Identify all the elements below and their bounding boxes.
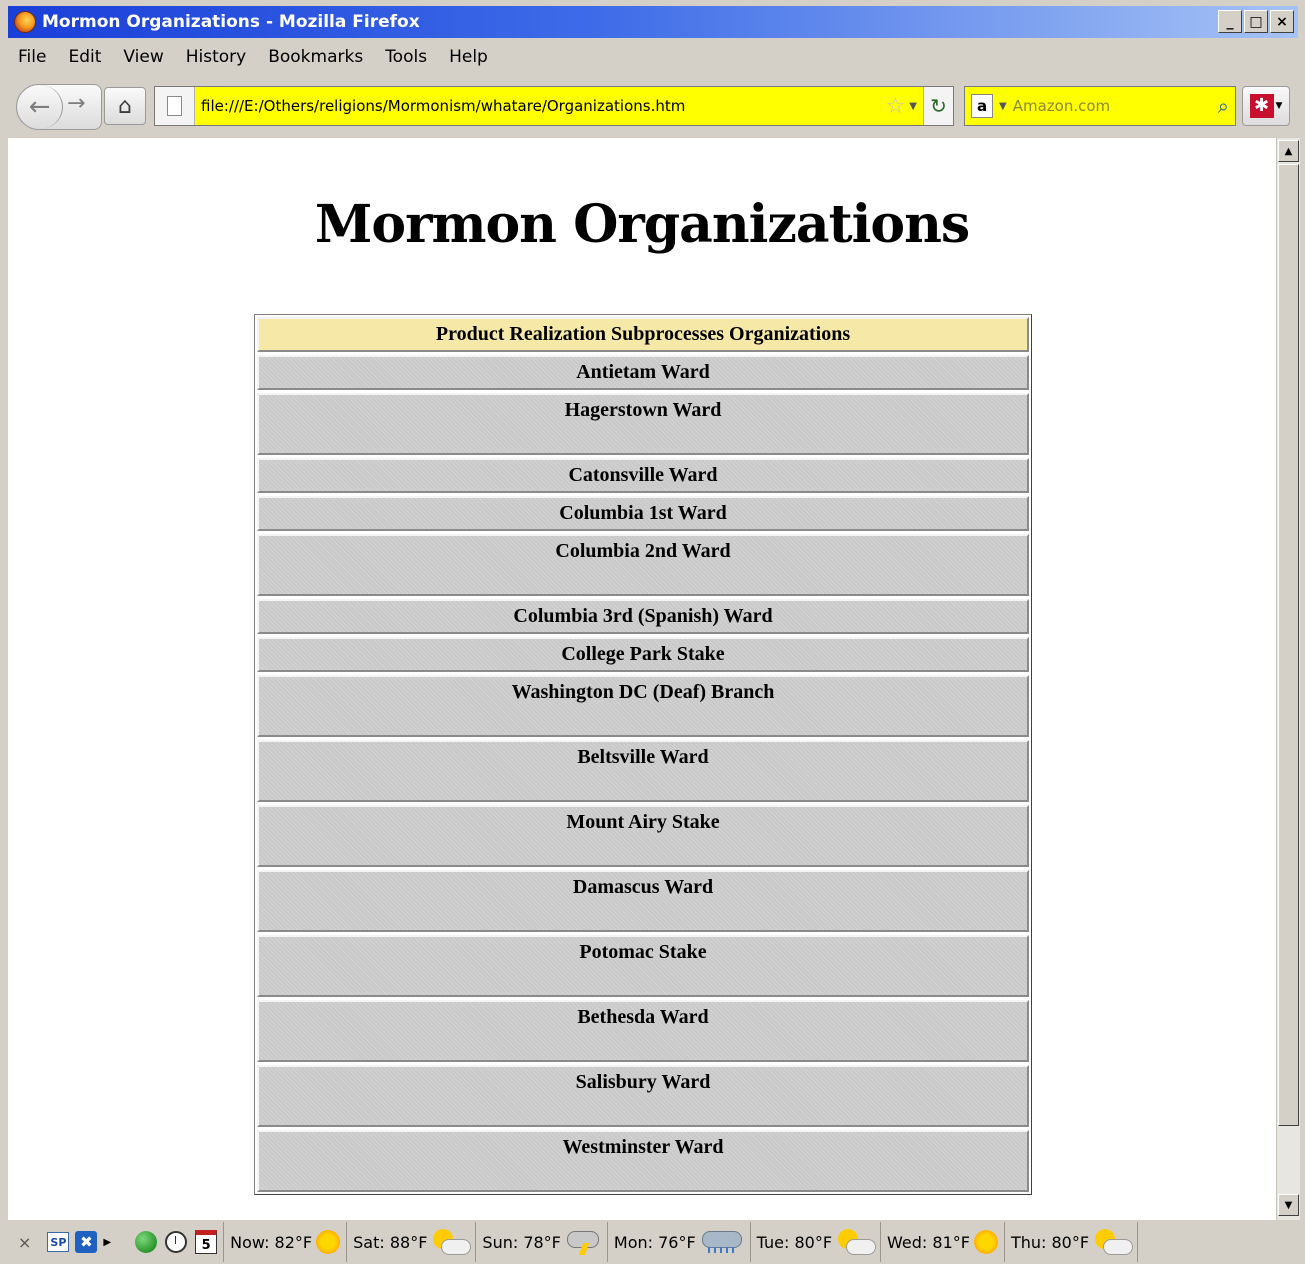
addon-icon: ✱ bbox=[1249, 94, 1274, 118]
home-icon: ⌂ bbox=[118, 93, 132, 119]
weather-item[interactable]: Thu: 80°F bbox=[1005, 1222, 1139, 1262]
scroll-thumb[interactable] bbox=[1278, 164, 1299, 1126]
search-input[interactable]: Amazon.com bbox=[1013, 97, 1218, 115]
page-icon bbox=[155, 87, 195, 125]
organization-row: Bethesda Ward bbox=[257, 1000, 1029, 1062]
organization-row: Damascus Ward bbox=[257, 870, 1029, 932]
weather-label: Sat: 88°F bbox=[353, 1232, 428, 1252]
weather-item[interactable]: Sat: 88°F bbox=[347, 1222, 477, 1262]
organizations-table: Product Realization Subprocesses Organiz… bbox=[254, 314, 1032, 1195]
organization-row: Columbia 3rd (Spanish) Ward bbox=[257, 599, 1029, 634]
weather-item[interactable]: Mon: 76°F bbox=[608, 1222, 751, 1262]
firefox-logo-icon bbox=[14, 11, 36, 33]
amazon-engine-icon[interactable]: a bbox=[971, 94, 993, 118]
bookmark-star-icon[interactable]: ☆ bbox=[886, 94, 906, 119]
partly-cloudy-icon bbox=[1093, 1229, 1134, 1255]
address-bar[interactable]: file:///E:/Others/religions/Mormonism/wh… bbox=[154, 86, 954, 126]
back-button[interactable]: ← bbox=[17, 85, 63, 129]
partly-cloudy-icon bbox=[431, 1229, 472, 1255]
search-bar[interactable]: a ▼ Amazon.com ⌕ bbox=[964, 86, 1236, 126]
calendar-icon[interactable]: 5 bbox=[195, 1230, 218, 1254]
reload-icon: ↻ bbox=[930, 94, 947, 118]
weather-label: Mon: 76°F bbox=[613, 1232, 696, 1252]
weather-item[interactable]: Tue: 80°F bbox=[751, 1222, 882, 1262]
window-title: Mormon Organizations - Mozilla Firefox bbox=[42, 12, 420, 32]
reload-button[interactable]: ↻ bbox=[923, 87, 953, 125]
organization-row: Potomac Stake bbox=[257, 935, 1029, 997]
search-icon[interactable]: ⌕ bbox=[1218, 94, 1229, 118]
back-forward-group: ← → bbox=[16, 84, 102, 130]
weather-label: Now: 82°F bbox=[230, 1232, 313, 1252]
organization-row: Columbia 1st Ward bbox=[257, 496, 1029, 531]
sp-icon[interactable]: SP bbox=[47, 1232, 70, 1252]
organization-row: Columbia 2nd Ward bbox=[257, 534, 1029, 596]
thunderstorm-icon bbox=[565, 1229, 601, 1255]
weather-item[interactable]: Sun: 78°F bbox=[476, 1222, 608, 1262]
scroll-down-button[interactable]: ▼ bbox=[1278, 1194, 1299, 1216]
status-bar: × SP ✖ ▶ 5 Now: 82°F Sat: 88°F Sun: 78°F Mo… bbox=[8, 1222, 1298, 1262]
page-viewport: Mormon Organizations Product Realization… bbox=[8, 138, 1276, 1220]
addon-icons: SP ✖ ▶ bbox=[41, 1222, 117, 1262]
sun-icon bbox=[973, 1230, 998, 1254]
weather-forecast: Now: 82°F Sat: 88°F Sun: 78°F Mon: 76°F Tue:… bbox=[224, 1222, 1139, 1262]
xmarks-icon[interactable]: ✖ bbox=[75, 1231, 98, 1253]
url-input[interactable]: file:///E:/Others/religions/Mormonism/wh… bbox=[195, 97, 886, 115]
weather-label: Thu: 80°F bbox=[1010, 1232, 1090, 1252]
sun-icon bbox=[316, 1230, 341, 1254]
home-button[interactable]: ⌂ bbox=[104, 87, 146, 125]
organization-row: Antietam Ward bbox=[257, 355, 1029, 390]
rain-icon bbox=[700, 1229, 744, 1255]
table-header: Product Realization Subprocesses Organiz… bbox=[257, 317, 1029, 352]
menu-help[interactable]: Help bbox=[449, 47, 488, 67]
addon-arrow-icon[interactable]: ▶ bbox=[103, 1237, 111, 1248]
vertical-scrollbar[interactable]: ▲ ▼ bbox=[1276, 138, 1300, 1220]
menu-history[interactable]: History bbox=[186, 47, 246, 67]
menu-edit[interactable]: Edit bbox=[68, 47, 101, 67]
weather-label: Wed: 81°F bbox=[887, 1232, 970, 1252]
window-title-bar[interactable]: Mormon Organizations - Mozilla Firefox _… bbox=[8, 6, 1298, 38]
organization-row: Hagerstown Ward bbox=[257, 393, 1029, 455]
menu-bar: File Edit View History Bookmarks Tools H… bbox=[8, 40, 1298, 74]
addon-menu-button[interactable]: ✱ ▼ bbox=[1242, 86, 1290, 126]
page-title: Mormon Organizations bbox=[314, 194, 970, 255]
organization-row: College Park Stake bbox=[257, 637, 1029, 672]
minimize-button[interactable]: _ bbox=[1218, 10, 1242, 33]
menu-view[interactable]: View bbox=[123, 47, 163, 67]
organization-row: Washington DC (Deaf) Branch bbox=[257, 675, 1029, 737]
back-arrow-icon: ← bbox=[28, 92, 51, 122]
search-engine-dropdown-icon[interactable]: ▼ bbox=[999, 101, 1007, 112]
clock-icon[interactable] bbox=[165, 1231, 188, 1253]
green-status-icon[interactable] bbox=[135, 1231, 158, 1253]
organization-row: Beltsville Ward bbox=[257, 740, 1029, 802]
window-controls: _ □ × bbox=[1218, 10, 1294, 33]
partly-cloudy-icon bbox=[836, 1229, 877, 1255]
weather-label: Tue: 80°F bbox=[756, 1232, 833, 1252]
menu-bookmarks[interactable]: Bookmarks bbox=[268, 47, 363, 67]
navigation-toolbar: ← → ⌂ file:///E:/Others/religions/Mormon… bbox=[8, 78, 1298, 136]
url-dropdown-icon[interactable]: ▼ bbox=[909, 101, 917, 112]
addon-dropdown-icon: ▼ bbox=[1275, 101, 1283, 111]
weather-item[interactable]: Now: 82°F bbox=[224, 1222, 348, 1262]
close-statusbar-icon[interactable]: × bbox=[8, 1233, 41, 1252]
close-button[interactable]: × bbox=[1270, 10, 1294, 33]
organization-row: Westminster Ward bbox=[257, 1130, 1029, 1192]
organization-row: Salisbury Ward bbox=[257, 1065, 1029, 1127]
organization-row: Mount Airy Stake bbox=[257, 805, 1029, 867]
scroll-up-button[interactable]: ▲ bbox=[1278, 140, 1299, 162]
maximize-button[interactable]: □ bbox=[1244, 10, 1268, 33]
organization-row: Catonsville Ward bbox=[257, 458, 1029, 493]
forward-button[interactable]: → bbox=[67, 91, 85, 116]
menu-tools[interactable]: Tools bbox=[385, 47, 427, 67]
weather-label: Sun: 78°F bbox=[482, 1232, 561, 1252]
status-icons: 5 bbox=[117, 1222, 225, 1262]
menu-file[interactable]: File bbox=[18, 47, 46, 67]
weather-item[interactable]: Wed: 81°F bbox=[881, 1222, 1005, 1262]
